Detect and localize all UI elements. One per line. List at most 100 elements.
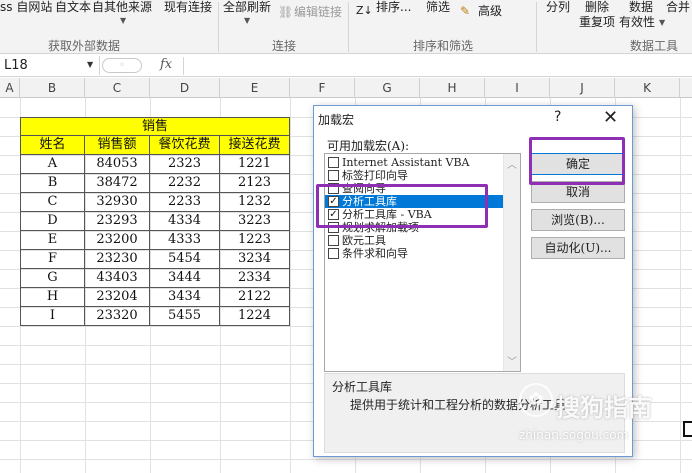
from-web-button[interactable]: ss 自网站 (0, 0, 52, 14)
cell-dining[interactable]: 2233 (150, 193, 220, 212)
cell-transport[interactable]: 2123 (220, 174, 290, 193)
filter-button[interactable]: 筛选 (426, 0, 450, 14)
sort-button[interactable]: 排序... (376, 0, 411, 14)
cell-dining[interactable]: 3444 (150, 269, 220, 288)
checkbox-icon[interactable] (328, 157, 339, 168)
cell-dining[interactable]: 2232 (150, 174, 220, 193)
cell-name[interactable]: B (20, 174, 85, 193)
cell-transport[interactable]: 1232 (220, 193, 290, 212)
cell-sales[interactable]: 38472 (85, 174, 150, 193)
cell-dining[interactable]: 4333 (150, 231, 220, 250)
column-header-c[interactable]: C (85, 78, 150, 98)
cell-transport[interactable]: 3223 (220, 212, 290, 231)
checkbox-icon[interactable] (328, 248, 339, 259)
chevron-down-icon: ▼ (120, 16, 127, 25)
cell-name[interactable]: F (20, 250, 85, 269)
addin-list-item[interactable]: 欧元工具 (325, 234, 505, 247)
cell-transport[interactable]: 2122 (220, 288, 290, 307)
table-header-transport: 接送花费 (220, 136, 290, 155)
formula-cancel-icon[interactable]: ◦ (102, 58, 142, 73)
from-other-sources-button[interactable]: 自其他来源 (92, 0, 152, 14)
cell-name[interactable]: D (20, 212, 85, 231)
remove-duplicates-button[interactable]: 删除 (585, 0, 609, 14)
remove-duplicates-label2: 重复项 (579, 15, 616, 29)
cell-dining[interactable]: 2323 (150, 155, 220, 174)
addin-list-item[interactable]: Internet Assistant VBA (325, 156, 505, 169)
edit-links-button[interactable]: 编辑链接 (294, 5, 342, 19)
insert-function-icon[interactable]: fx (160, 57, 172, 72)
browse-button[interactable]: 浏览(B)... (531, 209, 625, 231)
cell-name[interactable]: I (20, 307, 85, 326)
addin-label: 欧元工具 (342, 234, 386, 247)
scroll-up-icon[interactable]: ︿ (507, 156, 517, 171)
cell-dining[interactable]: 5455 (150, 307, 220, 326)
checkbox-icon[interactable] (328, 235, 339, 246)
chevron-down-icon: ▼ (244, 16, 251, 25)
group-separator (536, 2, 537, 52)
watermark-url: zhinan.sogou.com (519, 428, 629, 442)
table-header-sales: 销售额 (85, 136, 150, 155)
data-validation-button[interactable]: 数据 (629, 0, 653, 14)
scroll-down-icon[interactable]: ﹀ (507, 353, 517, 368)
cell-name[interactable]: E (20, 231, 85, 250)
group-separator (218, 2, 219, 52)
close-icon[interactable]: ✕ (603, 107, 618, 128)
column-header-d[interactable]: D (150, 78, 220, 98)
cell-name[interactable]: A (20, 155, 85, 174)
existing-connections-button[interactable]: 现有连接 (164, 0, 212, 14)
text-to-columns-button[interactable]: 分列 (546, 0, 570, 14)
checkbox-icon[interactable] (328, 170, 339, 181)
column-header-j[interactable]: J (550, 78, 615, 98)
link-icon: ⛓ (278, 5, 294, 19)
cell-name[interactable]: C (20, 193, 85, 212)
column-header-i[interactable]: I (485, 78, 550, 98)
cell-name[interactable]: H (20, 288, 85, 307)
cell-sales[interactable]: 23293 (85, 212, 150, 231)
dialog-title: 加载宏 (318, 113, 355, 127)
refresh-all-button[interactable]: 全部刷新 (223, 0, 271, 14)
cell-sales[interactable]: 84053 (85, 155, 150, 174)
ribbon: ss 自网站 自文本 自其他来源 ▼ 现有连接 全部刷新 ▼ ⛓ 编辑链接 Z↓… (0, 0, 692, 54)
cell-dining[interactable]: 4334 (150, 212, 220, 231)
column-header-k[interactable]: K (615, 78, 680, 98)
table-header-dining: 餐饮花费 (150, 136, 220, 155)
addin-list-item[interactable]: 条件求和向导 (325, 247, 505, 260)
cell-dining[interactable]: 3434 (150, 288, 220, 307)
column-header-a[interactable]: A (0, 78, 20, 98)
column-header-row: A B C D E F G H I J K (0, 78, 692, 98)
table-group-header: 销售 (20, 117, 290, 136)
column-header-h[interactable]: H (420, 78, 485, 98)
filter-advanced-icon: ✎ (460, 4, 471, 18)
cell-sales[interactable]: 23230 (85, 250, 150, 269)
automation-button[interactable]: 自动化(U)... (531, 237, 625, 259)
cell-name[interactable]: G (20, 269, 85, 288)
cell-sales[interactable]: 23204 (85, 288, 150, 307)
cell-dining[interactable]: 5454 (150, 250, 220, 269)
cell-transport[interactable]: 1223 (220, 231, 290, 250)
list-scrollbar[interactable]: ︿ ﹀ (503, 154, 520, 371)
column-header-f[interactable]: F (290, 78, 355, 98)
description-title: 分析工具库 (332, 380, 393, 394)
help-icon[interactable]: ? (554, 109, 561, 125)
cell-sales[interactable]: 23320 (85, 307, 150, 326)
cell-transport[interactable]: 2334 (220, 269, 290, 288)
cell-sales[interactable]: 43403 (85, 269, 150, 288)
cell-sales[interactable]: 23200 (85, 231, 150, 250)
cell-transport[interactable]: 1221 (220, 155, 290, 174)
column-header-b[interactable]: B (20, 78, 85, 98)
consolidate-button[interactable]: 合并 (666, 0, 690, 14)
group-label-sort-filter: 排序和筛选 (413, 39, 474, 53)
cell-cursor-icon (683, 421, 692, 437)
cell-transport[interactable]: 3234 (220, 250, 290, 269)
name-box[interactable]: L18 (0, 56, 100, 75)
cell-transport[interactable]: 1224 (220, 307, 290, 326)
from-text-button[interactable]: 自文本 (55, 0, 91, 14)
column-header-e[interactable]: E (220, 78, 290, 98)
column-header-g[interactable]: G (355, 78, 420, 98)
advanced-button[interactable]: 高级 (478, 4, 502, 18)
chevron-down-icon[interactable]: ▼ (87, 60, 93, 69)
chevron-down-icon: ▼ (659, 18, 666, 27)
cell-sales[interactable]: 32930 (85, 193, 150, 212)
sogou-paw-icon: ✿ (519, 383, 553, 417)
addin-list-item[interactable]: 标签打印向导 (325, 169, 505, 182)
